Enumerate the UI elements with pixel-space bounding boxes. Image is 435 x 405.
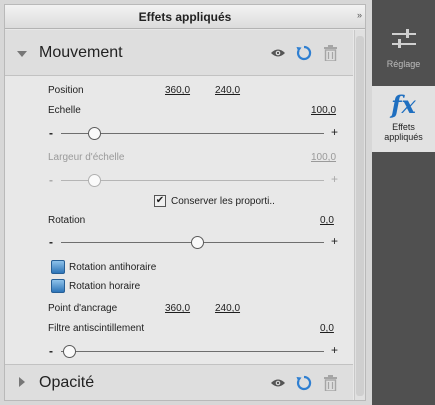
eye-icon[interactable] [269,44,287,62]
expand-arrow-icon[interactable] [5,376,39,390]
anchor-y-value[interactable]: 240,0 [215,303,240,314]
slider-minus[interactable]: - [49,235,53,249]
rotate-ccw-icon [51,260,65,274]
collapse-arrow-icon[interactable] [5,46,39,60]
effects-label-line1: Effets [392,122,415,132]
scale-width-slider: - + [43,172,338,188]
reset-icon[interactable] [295,374,313,392]
anchor-label: Point d'ancrage [48,303,118,314]
slider-plus[interactable]: + [331,125,338,139]
panel-title: Effets appliqués [138,9,232,24]
fx-icon: fx [391,90,416,119]
rotation-value[interactable]: 0,0 [320,215,334,226]
position-label: Position [48,85,84,96]
panel-menu-icon[interactable]: » [357,10,362,20]
rotation-label: Rotation [48,215,86,226]
reset-icon[interactable] [295,44,313,62]
slider-minus[interactable]: - [49,344,53,358]
adjust-sliders-icon [391,28,417,53]
slider-track[interactable] [61,351,324,352]
rotate-cw-icon [51,279,65,293]
app-window: Effets appliqués » Mouvement Position 36… [0,0,435,405]
rotate-ccw-label: Rotation antihoraire [69,261,157,273]
position-y-value[interactable]: 240,0 [215,85,240,96]
keep-proportions-label: Conserver les proporti.. [171,195,275,207]
scale-width-label: Largeur d'échelle [48,152,125,163]
slider-minus: - [49,173,53,187]
eye-icon[interactable] [269,374,287,392]
keep-proportions-checkbox[interactable]: ✔ [154,195,166,207]
rotate-cw-button[interactable]: Rotation horaire [51,279,140,293]
slider-knob[interactable] [191,236,204,249]
scale-width-value: 100,0 [311,152,337,163]
flicker-value[interactable]: 0,0 [320,323,334,334]
trash-icon[interactable] [321,44,339,62]
scale-value[interactable]: 100,0 [311,105,336,116]
slider-plus: + [330,172,338,186]
keep-proportions-row[interactable]: ✔ Conserver les proporti.. [154,195,275,207]
applied-effects-tool-button[interactable]: fx Effets appliqués [372,86,435,152]
rotation-slider[interactable]: - + [43,234,338,250]
slider-knob[interactable] [88,127,101,140]
flicker-slider[interactable]: - + [43,343,338,359]
section-title-opacity: Opacité [39,374,95,391]
slider-minus[interactable]: - [49,126,53,140]
motion-properties: Position 360,0 240,0 Echelle 100,0 - + L… [5,77,353,364]
slider-plus[interactable]: + [331,343,338,357]
right-toolbar: Réglage fx Effets appliqués [372,0,435,405]
position-x-value[interactable]: 360,0 [165,85,190,96]
anchor-x-value[interactable]: 360,0 [165,303,190,314]
section-header-motion[interactable]: Mouvement [5,30,353,76]
scale-label: Echelle [48,105,81,116]
scrollbar[interactable] [354,30,365,400]
slider-knob [88,174,101,187]
scale-slider[interactable]: - + [43,125,338,141]
section-title-motion: Mouvement [39,43,123,61]
applied-effects-panel: Effets appliqués » Mouvement Position 36… [4,4,366,401]
slider-knob[interactable] [63,345,76,358]
adjust-tool-button[interactable]: Réglage [372,28,435,80]
slider-plus[interactable]: + [331,234,338,248]
rotate-ccw-button[interactable]: Rotation antihoraire [51,260,156,274]
panel-header: Effets appliqués » [5,5,365,29]
scrollbar-thumb[interactable] [356,36,364,396]
section-header-opacity[interactable]: Opacité [5,364,353,400]
trash-icon[interactable] [321,374,339,392]
flicker-label: Filtre antiscintillement [48,323,145,334]
adjust-label: Réglage [386,59,421,69]
effects-label-line2: appliqués [384,132,423,142]
rotate-cw-label: Rotation horaire [69,280,141,292]
